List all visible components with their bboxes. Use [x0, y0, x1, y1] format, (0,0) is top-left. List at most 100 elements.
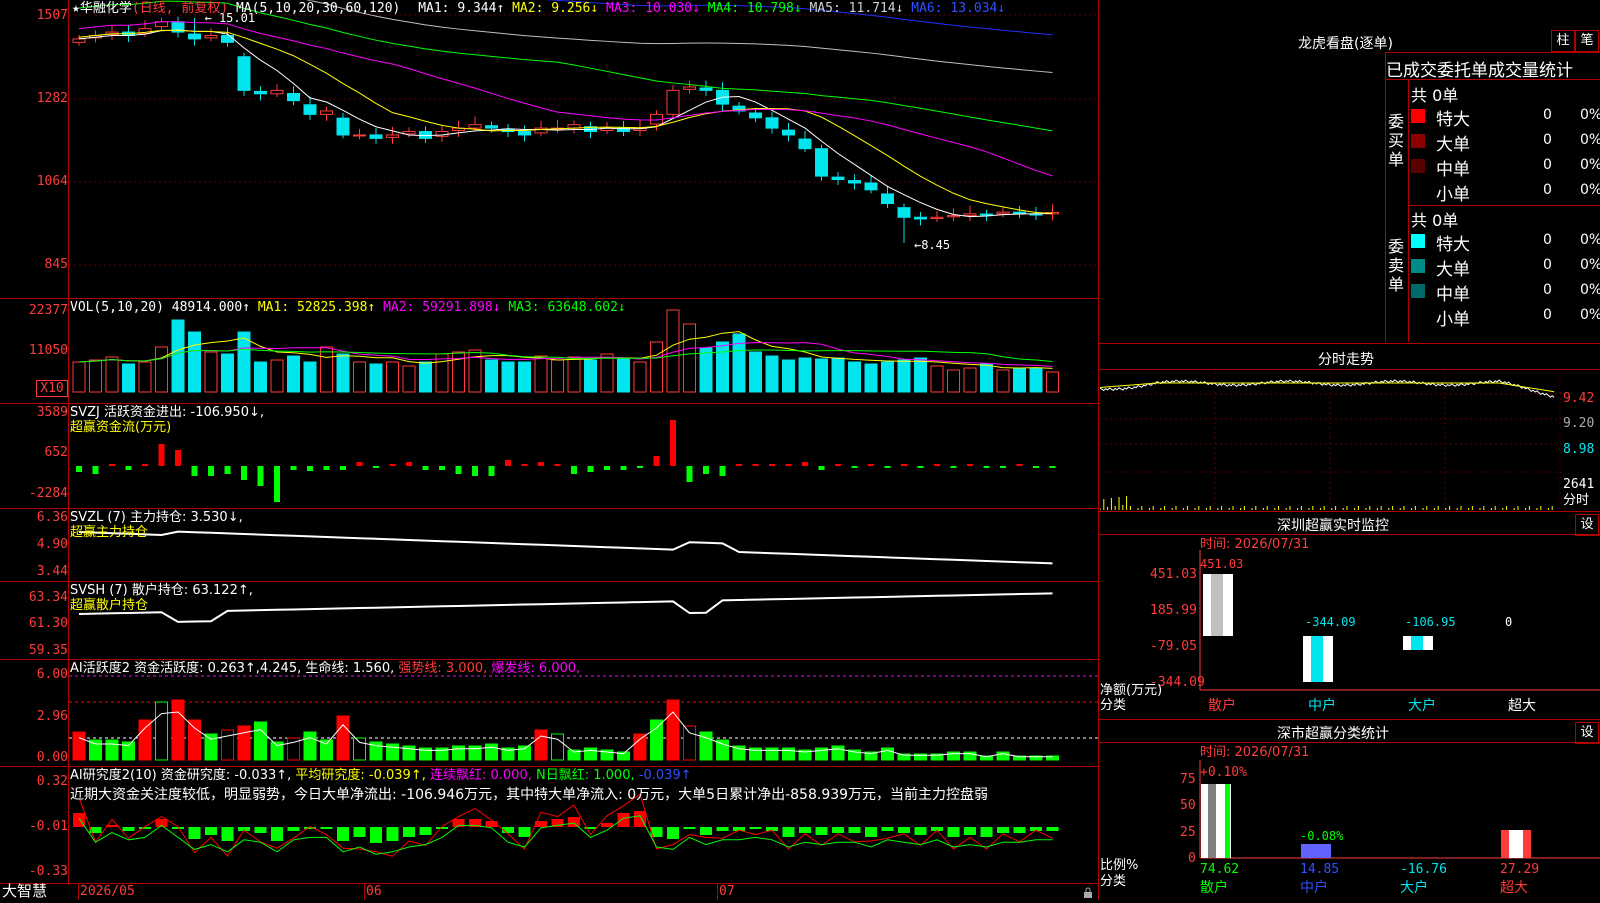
fund-flow-bar [967, 464, 973, 466]
volume-bar [270, 359, 284, 393]
vol-value: 48914.000↑ [171, 300, 251, 315]
ai1-life: 生命线: 1.560, [305, 661, 395, 676]
x-tick [717, 883, 718, 900]
activity-bar [716, 739, 729, 761]
volume-bar [254, 361, 267, 393]
app-name[interactable]: 大智慧 [2, 884, 47, 899]
svsh-subtitle: 超赢散户持仓 [70, 598, 149, 613]
ai1-axis-label: 6.00 [36, 667, 68, 682]
right-divider [1099, 511, 1600, 512]
star-icon[interactable]: ★ [72, 1, 80, 16]
buy-side-label: 委买单 [1388, 112, 1405, 169]
left-axis: 1507 1282 1064 845 22377 11050 X10 3589 … [0, 0, 68, 900]
research-bar [254, 827, 267, 833]
order-count: 0 [1543, 132, 1552, 148]
ai1-axis-label: 0.00 [36, 750, 68, 765]
research-bar [518, 827, 531, 837]
ai1-title: AI活跃度2 资金活跃度: 0.263↑,4.245, [70, 661, 302, 676]
candle-body [254, 90, 267, 95]
volume-bar [353, 361, 366, 393]
ma1-value: MA1: 9.344↑ [418, 1, 505, 16]
research-bar [568, 817, 580, 827]
x-label-jun: 06 [366, 884, 382, 899]
fund-flow-bar [950, 466, 957, 468]
order-type-label: 小单 [1436, 185, 1470, 205]
period-label[interactable]: (日线, 前复权) [132, 1, 228, 16]
activity-bar [138, 719, 152, 761]
sz-value: 451.03 [1200, 557, 1243, 571]
kline-chart[interactable]: ← 15.01←8.45 [69, 0, 1098, 883]
lock-icon[interactable] [1083, 884, 1093, 898]
sz-settings-button[interactable]: 设 [1575, 514, 1599, 536]
candle-body [864, 182, 878, 191]
candle-body [237, 56, 251, 91]
volume-bar [815, 358, 828, 393]
volume-bar [749, 351, 762, 393]
fund-flow-bar [356, 462, 363, 466]
fund-flow-bar [455, 466, 462, 474]
fund-flow-bar [620, 466, 627, 470]
fund-flow-bar [917, 466, 924, 468]
ai2-avg: 平均研究度: -0.039↑, [295, 768, 426, 783]
vol-ma2: MA2: 59291.898↓ [383, 300, 501, 315]
volume-bar [1013, 367, 1026, 393]
right-divider [1099, 742, 1600, 743]
sz-monitor-chart: 451.03 -344.09 -106.95 0 散户 中户 大户 超大 [1199, 550, 1600, 714]
sz-category: 中户 [1308, 697, 1336, 714]
right-divider [1099, 534, 1600, 535]
candle-body [336, 117, 350, 136]
candle-body [386, 134, 399, 138]
fund-flow-bar [373, 466, 379, 468]
order-pct: 0% [1580, 107, 1600, 123]
tick-mode-button[interactable]: 笔 [1575, 30, 1599, 52]
volume-bar [765, 355, 779, 393]
cls-settings-button[interactable]: 设 [1575, 722, 1599, 744]
sz-category: 超大 [1508, 698, 1536, 714]
order-pct: 0% [1580, 232, 1600, 248]
volume-bar [633, 361, 647, 393]
cls-value: -16.76 [1400, 862, 1447, 877]
stat-border [1385, 52, 1600, 53]
order-pct: 0% [1580, 157, 1600, 173]
research-bar [914, 827, 927, 835]
candle-body [683, 86, 696, 90]
vol-title: VOL(5,10,20) [70, 300, 164, 315]
volume-bar [485, 359, 498, 393]
activity-bar [89, 739, 102, 761]
fund-flow-bar [736, 464, 742, 466]
ma4-value: MA4: 10.798↓ [707, 1, 802, 16]
volume-bar [584, 359, 597, 393]
order-color-swatch [1411, 259, 1425, 273]
candle-body [468, 124, 482, 129]
volume-bar [89, 359, 102, 393]
cls-title: 深市超赢分类统计 [1277, 726, 1389, 742]
price-axis-label: 845 [44, 257, 68, 272]
sz-value: 0 [1505, 615, 1512, 629]
volume-bar [402, 365, 416, 393]
candle-body [749, 112, 762, 119]
candle-body [320, 110, 333, 115]
activity-bar [666, 699, 680, 761]
order-type-label: 小单 [1436, 310, 1470, 330]
volume-bar [336, 353, 350, 393]
research-bar [353, 827, 366, 837]
ai1-title-bar: AI活跃度2 资金活跃度: 0.263↑,4.245, 生命线: 1.560, … [70, 661, 580, 676]
svzj-title: SVZJ 活跃资金进出: -106.950↓, [70, 405, 265, 420]
intraday-chart[interactable] [1100, 372, 1562, 510]
volume-bar [848, 361, 861, 393]
order-type-label: 大单 [1436, 135, 1470, 155]
volume-bar [914, 357, 927, 393]
volume-bar [864, 363, 878, 393]
sz-title: 深圳超赢实时监控 [1277, 518, 1389, 534]
fund-flow-bar [389, 464, 396, 466]
volume-bar [881, 361, 894, 393]
volume-bar [534, 355, 548, 393]
bar-mode-button[interactable]: 柱 [1551, 30, 1575, 52]
order-color-swatch [1411, 309, 1425, 323]
order-color-swatch [1411, 234, 1425, 248]
order-type-label: 中单 [1436, 160, 1470, 180]
candle-body [947, 215, 960, 218]
volume-bar [369, 363, 383, 393]
cls-time: 时间: 2026/07/31 [1200, 745, 1310, 760]
cls-category: 大户 [1400, 879, 1428, 896]
